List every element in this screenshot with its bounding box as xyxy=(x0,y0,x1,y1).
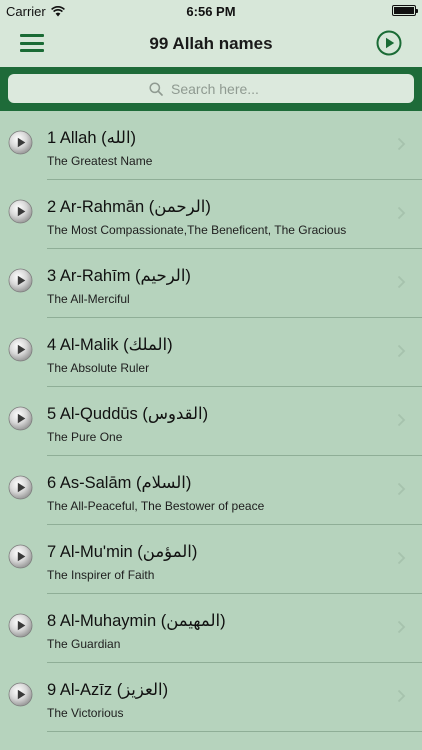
battery-level xyxy=(394,7,414,14)
names-list: 1 Allah (الله) The Greatest Name 2 Ar-Ra… xyxy=(0,111,422,750)
name-title: 4 Al-Malik (الملك) xyxy=(47,336,173,354)
menu-line xyxy=(20,34,44,37)
list-item[interactable]: 9 Al-Azīz (العزيز) The Victorious xyxy=(0,663,422,732)
name-meaning: The All-Merciful xyxy=(47,292,130,306)
play-button-icon[interactable] xyxy=(8,544,33,569)
name-title: 6 As-Salām (السلام) xyxy=(47,474,192,492)
play-button-icon[interactable] xyxy=(8,682,33,707)
status-time: 6:56 PM xyxy=(186,4,236,19)
menu-line xyxy=(20,41,44,45)
list-item[interactable]: 8 Al-Muhaymin (المهيمن) The Guardian xyxy=(0,594,422,663)
chevron-right-icon xyxy=(397,413,406,427)
navigation-bar: 99 Allah names xyxy=(0,22,422,67)
list-item[interactable]: 6 As-Salām (السلام) The All-Peaceful, Th… xyxy=(0,456,422,525)
name-title: 1 Allah (الله) xyxy=(47,129,137,147)
play-button-icon[interactable] xyxy=(8,613,33,638)
name-meaning: The All-Peaceful, The Bestower of peace xyxy=(47,499,265,513)
header: Carrier 6:56 PM 99 Allah names xyxy=(0,0,422,67)
chevron-right-icon xyxy=(397,206,406,220)
chevron-right-icon xyxy=(397,344,406,358)
list-item[interactable]: 1 Allah (الله) The Greatest Name xyxy=(0,111,422,180)
name-meaning: The Greatest Name xyxy=(47,154,153,168)
list-item[interactable]: 4 Al-Malik (الملك) The Absolute Ruler xyxy=(0,318,422,387)
list-item[interactable]: 5 Al-Quddūs (القدوس) The Pure One xyxy=(0,387,422,456)
name-meaning: The Absolute Ruler xyxy=(47,361,150,375)
name-title: 7 Al-Mu'min (المؤمن) xyxy=(47,543,198,561)
play-circle-icon[interactable] xyxy=(376,30,402,56)
list-item[interactable]: 7 Al-Mu'min (المؤمن) The Inspirer of Fai… xyxy=(0,525,422,594)
play-button-icon[interactable] xyxy=(8,199,33,224)
hamburger-menu-icon[interactable] xyxy=(20,34,44,52)
name-meaning: The Inspirer of Faith xyxy=(47,568,155,582)
chevron-right-icon xyxy=(397,275,406,289)
battery-icon xyxy=(392,5,418,16)
chevron-right-icon xyxy=(397,551,406,565)
chevron-right-icon xyxy=(397,137,406,151)
search-field[interactable] xyxy=(8,74,414,103)
menu-line xyxy=(20,49,44,52)
name-title: 8 Al-Muhaymin (المهيمن) xyxy=(47,612,226,630)
chevron-right-icon xyxy=(397,482,406,496)
name-title: 2 Ar-Rahmān (الرحمن) xyxy=(47,198,211,216)
chevron-right-icon xyxy=(397,689,406,703)
search-icon xyxy=(149,81,163,96)
status-bar: Carrier 6:56 PM xyxy=(0,0,422,22)
play-button-icon[interactable] xyxy=(8,268,33,293)
name-title: 5 Al-Quddūs (القدوس) xyxy=(47,405,209,423)
list-item[interactable]: 2 Ar-Rahmān (الرحمن) The Most Compassion… xyxy=(0,180,422,249)
search-input[interactable] xyxy=(169,79,273,98)
search-bar xyxy=(0,67,422,111)
name-meaning: The Guardian xyxy=(47,637,121,651)
name-title: 9 Al-Azīz (العزيز) xyxy=(47,681,169,699)
page-title: 99 Allah names xyxy=(149,34,273,53)
play-button-icon[interactable] xyxy=(8,475,33,500)
name-title: 3 Ar-Rahīm (الرحيم) xyxy=(47,267,191,285)
name-meaning: The Victorious xyxy=(47,706,124,720)
name-meaning: The Most Compassionate,The Beneficent, T… xyxy=(47,223,347,237)
play-button-icon[interactable] xyxy=(8,337,33,362)
list-item[interactable]: 3 Ar-Rahīm (الرحيم) The All-Merciful xyxy=(0,249,422,318)
name-meaning: The Pure One xyxy=(47,430,123,444)
chevron-right-icon xyxy=(397,620,406,634)
play-button-icon[interactable] xyxy=(8,406,33,431)
play-button-icon[interactable] xyxy=(8,130,33,155)
